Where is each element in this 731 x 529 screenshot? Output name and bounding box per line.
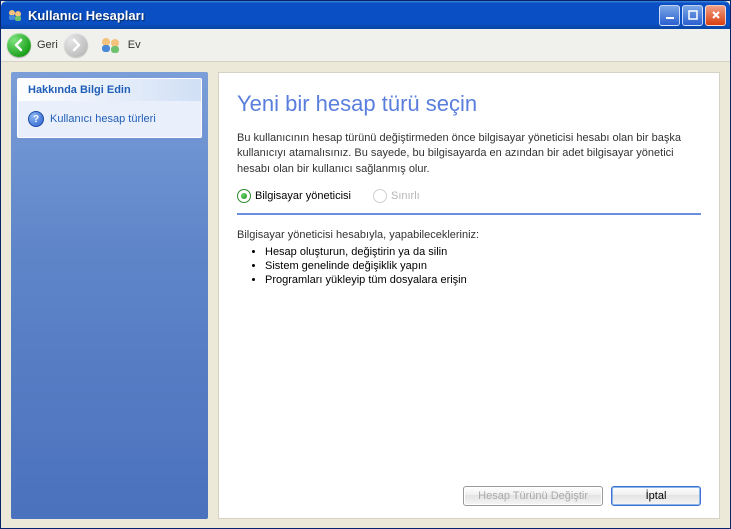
content-area: Yeni bir hesap türü seçin Bu kullanıcını… [218, 72, 720, 519]
radio-dot-icon [237, 189, 251, 203]
account-type-options: Bilgisayar yöneticisi Sınırlı [237, 189, 701, 209]
app-icon [7, 7, 23, 23]
task-box: Hakkında Bilgi Edin ? Kullanıcı hesap tü… [17, 78, 202, 138]
titlebar: Kullanıcı Hesapları [1, 1, 730, 29]
page-title: Yeni bir hesap türü seçin [237, 91, 701, 117]
back-button[interactable] [7, 33, 31, 57]
home-label[interactable]: Ev [128, 39, 141, 51]
radio-admin[interactable]: Bilgisayar yöneticisi [237, 189, 351, 203]
back-label: Geri [37, 39, 58, 51]
body-area: Hakkında Bilgi Edin ? Kullanıcı hesap tü… [1, 62, 730, 529]
window-title: Kullanıcı Hesapları [28, 8, 659, 23]
capability-item: Sistem genelinde değişiklik yapın [265, 259, 701, 273]
description-text: Bu kullanıcının hesap türünü değiştirmed… [237, 131, 701, 177]
close-button[interactable] [705, 5, 726, 26]
task-box-header: Hakkında Bilgi Edin [18, 79, 201, 101]
task-link-label: Kullanıcı hesap türleri [50, 113, 156, 125]
radio-admin-label: Bilgisayar yöneticisi [255, 190, 351, 202]
capabilities-title: Bilgisayar yöneticisi hesabıyla, yapabil… [237, 229, 701, 241]
home-icon [100, 36, 122, 54]
task-link-account-types[interactable]: ? Kullanıcı hesap türleri [28, 109, 191, 129]
change-type-button: Hesap Türünü Değiştir [463, 486, 603, 506]
capability-item: Programları yükleyip tüm dosyalara erişi… [265, 273, 701, 287]
radio-limited: Sınırlı [373, 189, 420, 203]
window-controls [659, 5, 726, 26]
sidepanel: Hakkında Bilgi Edin ? Kullanıcı hesap tü… [11, 72, 208, 519]
help-icon: ? [28, 111, 44, 127]
button-row: Hesap Türünü Değiştir İptal [237, 478, 701, 506]
divider [237, 213, 701, 215]
radio-limited-label: Sınırlı [391, 190, 420, 202]
minimize-button[interactable] [659, 5, 680, 26]
task-box-body: ? Kullanıcı hesap türleri [18, 101, 201, 137]
maximize-button[interactable] [682, 5, 703, 26]
radio-dot-icon [373, 189, 387, 203]
capability-item: Hesap oluşturun, değiştirin ya da silin [265, 245, 701, 259]
toolbar: Geri Ev [1, 29, 730, 62]
window-frame: Kullanıcı Hesapları Geri [0, 0, 731, 529]
cancel-button[interactable]: İptal [611, 486, 701, 506]
forward-button[interactable] [64, 33, 88, 57]
capabilities-list: Hesap oluşturun, değiştirin ya da silin … [237, 245, 701, 287]
